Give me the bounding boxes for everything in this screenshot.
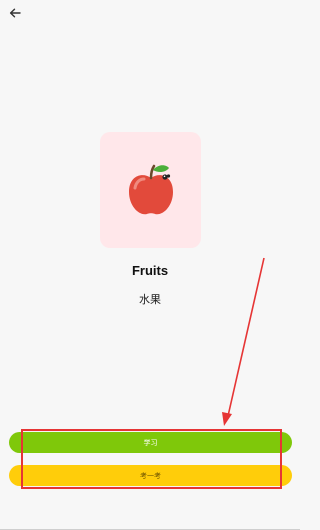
word-english: Fruits <box>131 263 169 278</box>
word-chinese: 水果 <box>139 293 161 306</box>
quiz-button-label: 考一考 <box>140 471 161 480</box>
arrow-left-icon <box>9 8 21 18</box>
learn-button[interactable]: 学习 <box>9 432 292 453</box>
back-button[interactable] <box>6 4 24 22</box>
fruit-image-card <box>100 132 201 248</box>
learn-button-label: 学习 <box>143 438 158 447</box>
apple-icon <box>128 164 173 215</box>
quiz-button[interactable]: 考一考 <box>9 465 292 486</box>
